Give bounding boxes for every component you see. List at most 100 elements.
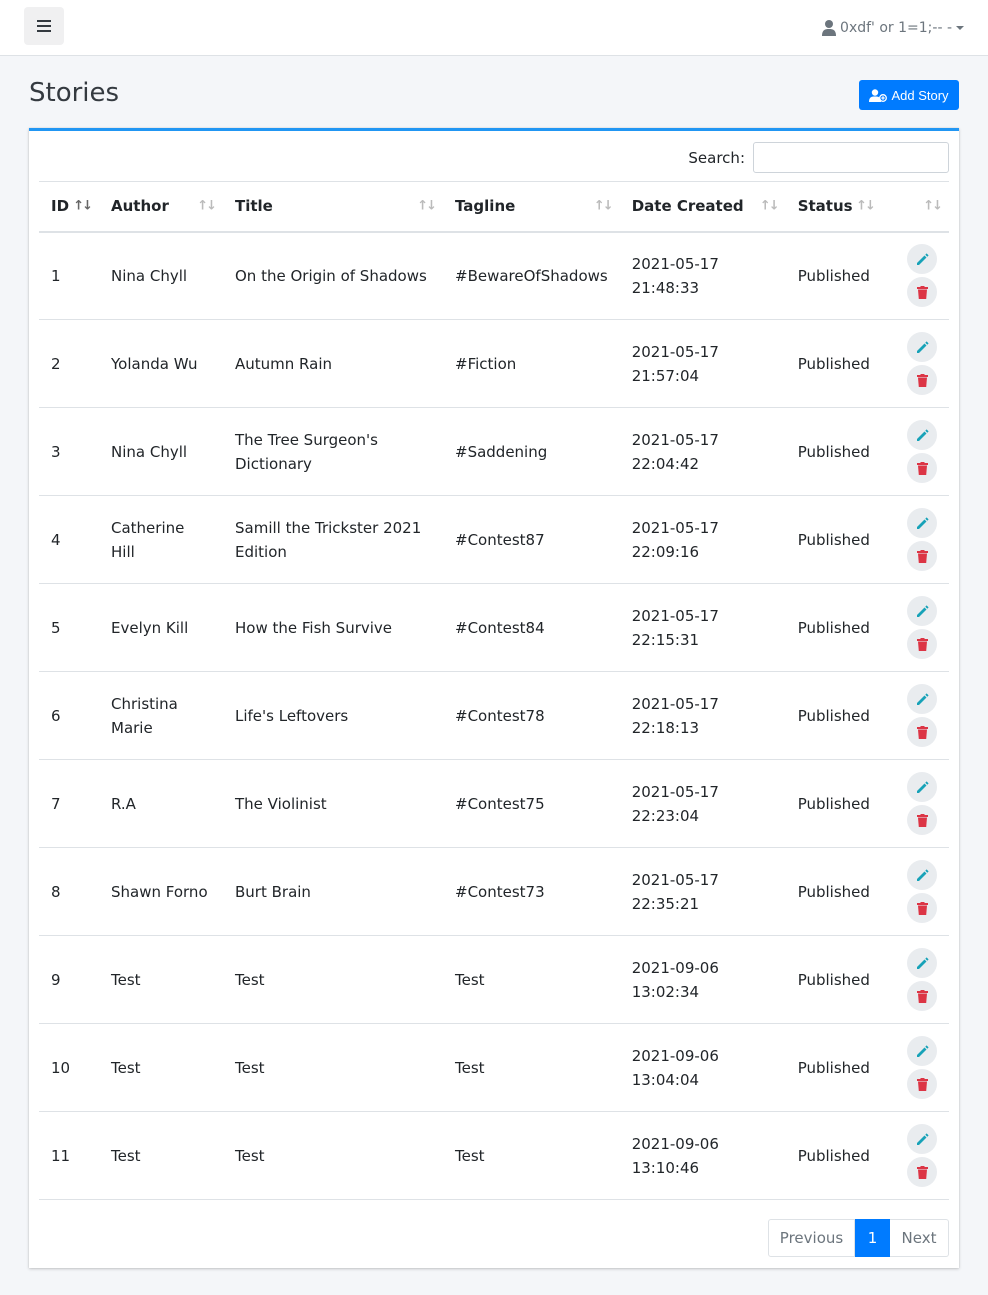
pencil-icon (916, 956, 929, 969)
cell-date-created: 2021-09-06 13:04:04 (619, 1023, 786, 1112)
delete-button[interactable] (907, 805, 937, 835)
date-value: 2021-05-17 (631, 870, 719, 889)
pagination-previous[interactable]: Previous (768, 1219, 855, 1257)
cell-title: How the Fish Survive (223, 583, 443, 672)
date-value: 2021-05-17 (631, 342, 719, 361)
column-header-status[interactable]: Status ↑↓ (785, 181, 882, 233)
cell-actions (881, 847, 949, 936)
cell-title: Life's Leftovers (223, 671, 443, 760)
trash-icon (916, 637, 928, 651)
delete-button[interactable] (907, 453, 937, 483)
cell-status: Published (785, 1111, 882, 1200)
time-value: 22:04:42 (631, 454, 700, 473)
column-header-author[interactable]: Author ↑↓ (99, 181, 223, 233)
pencil-icon (916, 428, 929, 441)
column-label: Date Created (631, 197, 744, 216)
add-story-label: Add Story (891, 87, 949, 103)
pencil-icon (916, 780, 929, 793)
edit-button[interactable] (907, 508, 937, 538)
column-header-actions[interactable]: ↑↓ (881, 181, 949, 233)
column-header-date-created[interactable]: Date Created ↑↓ (619, 181, 786, 233)
date-value: 2021-05-17 (631, 694, 719, 713)
sort-icon: ↑↓ (923, 198, 943, 214)
page-title: Stories (29, 78, 120, 108)
time-value: 22:23:04 (631, 806, 700, 825)
edit-button[interactable] (907, 948, 937, 978)
trash-icon (916, 549, 928, 563)
cell-actions (881, 935, 949, 1024)
delete-button[interactable] (907, 1157, 937, 1187)
cell-tagline: #Saddening (443, 407, 620, 496)
cell-tagline: #Contest73 (443, 847, 620, 936)
delete-button[interactable] (907, 1069, 937, 1099)
pagination-next[interactable]: Next (890, 1219, 949, 1257)
cell-date-created: 2021-05-17 22:35:21 (619, 847, 786, 936)
pencil-icon (916, 253, 929, 265)
trash-icon (916, 1165, 928, 1179)
pencil-icon (916, 868, 929, 881)
delete-button[interactable] (907, 277, 937, 308)
cell-tagline: #Contest87 (443, 495, 620, 584)
cell-actions (881, 1111, 949, 1200)
cell-date-created: 2021-05-17 22:09:16 (619, 495, 786, 584)
add-story-button[interactable]: Add Story (859, 80, 959, 110)
edit-button[interactable] (907, 332, 937, 362)
cell-title: The Tree Surgeon's Dictionary (223, 407, 443, 496)
stories-card: Search: ID ↑↓ Author ↑↓ Title ↑↓ Tagline (29, 128, 959, 1268)
caret-down-icon (956, 26, 964, 30)
time-value: 22:35:21 (631, 894, 700, 913)
search-input[interactable] (753, 142, 949, 173)
cell-status: Published (785, 1023, 882, 1112)
cell-tagline: #Contest78 (443, 671, 620, 760)
delete-button[interactable] (907, 893, 937, 923)
cell-date-created: 2021-09-06 13:10:46 (619, 1111, 786, 1200)
trash-icon (916, 813, 928, 827)
cell-id: 4 (39, 495, 99, 584)
delete-button[interactable] (907, 629, 937, 659)
edit-button[interactable] (907, 1036, 937, 1066)
cell-title: The Violinist (223, 759, 443, 848)
cell-author: Christina Marie (99, 671, 223, 760)
pagination-page-1[interactable]: 1 (855, 1219, 890, 1257)
search-label: Search: (688, 148, 745, 167)
date-value: 2021-05-17 (631, 782, 719, 801)
pencil-icon (916, 340, 929, 353)
edit-button[interactable] (907, 420, 937, 450)
column-label: Author (111, 197, 169, 216)
cell-author: Test (99, 935, 223, 1024)
edit-button[interactable] (907, 596, 937, 626)
table-row: 9 Test Test Test 2021-09-06 13:02:34 Published (39, 935, 949, 1024)
date-value: 2021-09-06 (631, 958, 719, 977)
pencil-icon (916, 516, 929, 529)
delete-button[interactable] (907, 365, 937, 395)
column-header-title[interactable]: Title ↑↓ (223, 181, 443, 233)
cell-tagline: #Contest84 (443, 583, 620, 672)
edit-button[interactable] (907, 772, 937, 802)
column-header-tagline[interactable]: Tagline ↑↓ (443, 181, 620, 233)
sidebar-toggle-button[interactable] (24, 7, 64, 45)
cell-status: Published (785, 495, 882, 584)
column-header-id[interactable]: ID ↑↓ (39, 181, 99, 233)
sort-icon: ↑↓ (593, 198, 614, 214)
pencil-icon (916, 1044, 929, 1057)
cell-actions (881, 495, 949, 584)
date-value: 2021-05-17 (631, 254, 719, 273)
delete-button[interactable] (907, 717, 937, 747)
pencil-icon (916, 1132, 929, 1145)
cell-date-created: 2021-05-17 22:04:42 (619, 407, 786, 496)
delete-button[interactable] (907, 541, 937, 571)
edit-button[interactable] (907, 684, 937, 714)
edit-button[interactable] (907, 244, 937, 275)
edit-button[interactable] (907, 860, 937, 890)
table-row: 11 Test Test Test 2021-09-06 13:10:46 Publishe… (39, 1111, 949, 1200)
edit-button[interactable] (907, 1124, 937, 1154)
table-header-row: ID ↑↓ Author ↑↓ Title ↑↓ Tagline ↑↓ Date… (39, 181, 949, 233)
cell-id: 1 (39, 231, 99, 320)
cell-id: 9 (39, 935, 99, 1024)
table-row: 3 Nina Chyll The Tree Surgeon's Dictionary… (39, 407, 949, 496)
user-dropdown[interactable]: 0xdf' or 1=1;-- - (822, 17, 964, 39)
column-label: Tagline (455, 197, 516, 216)
sort-ascending-icon: ↑↓ (73, 198, 93, 214)
delete-button[interactable] (907, 981, 937, 1011)
time-value: 22:18:13 (631, 718, 700, 737)
